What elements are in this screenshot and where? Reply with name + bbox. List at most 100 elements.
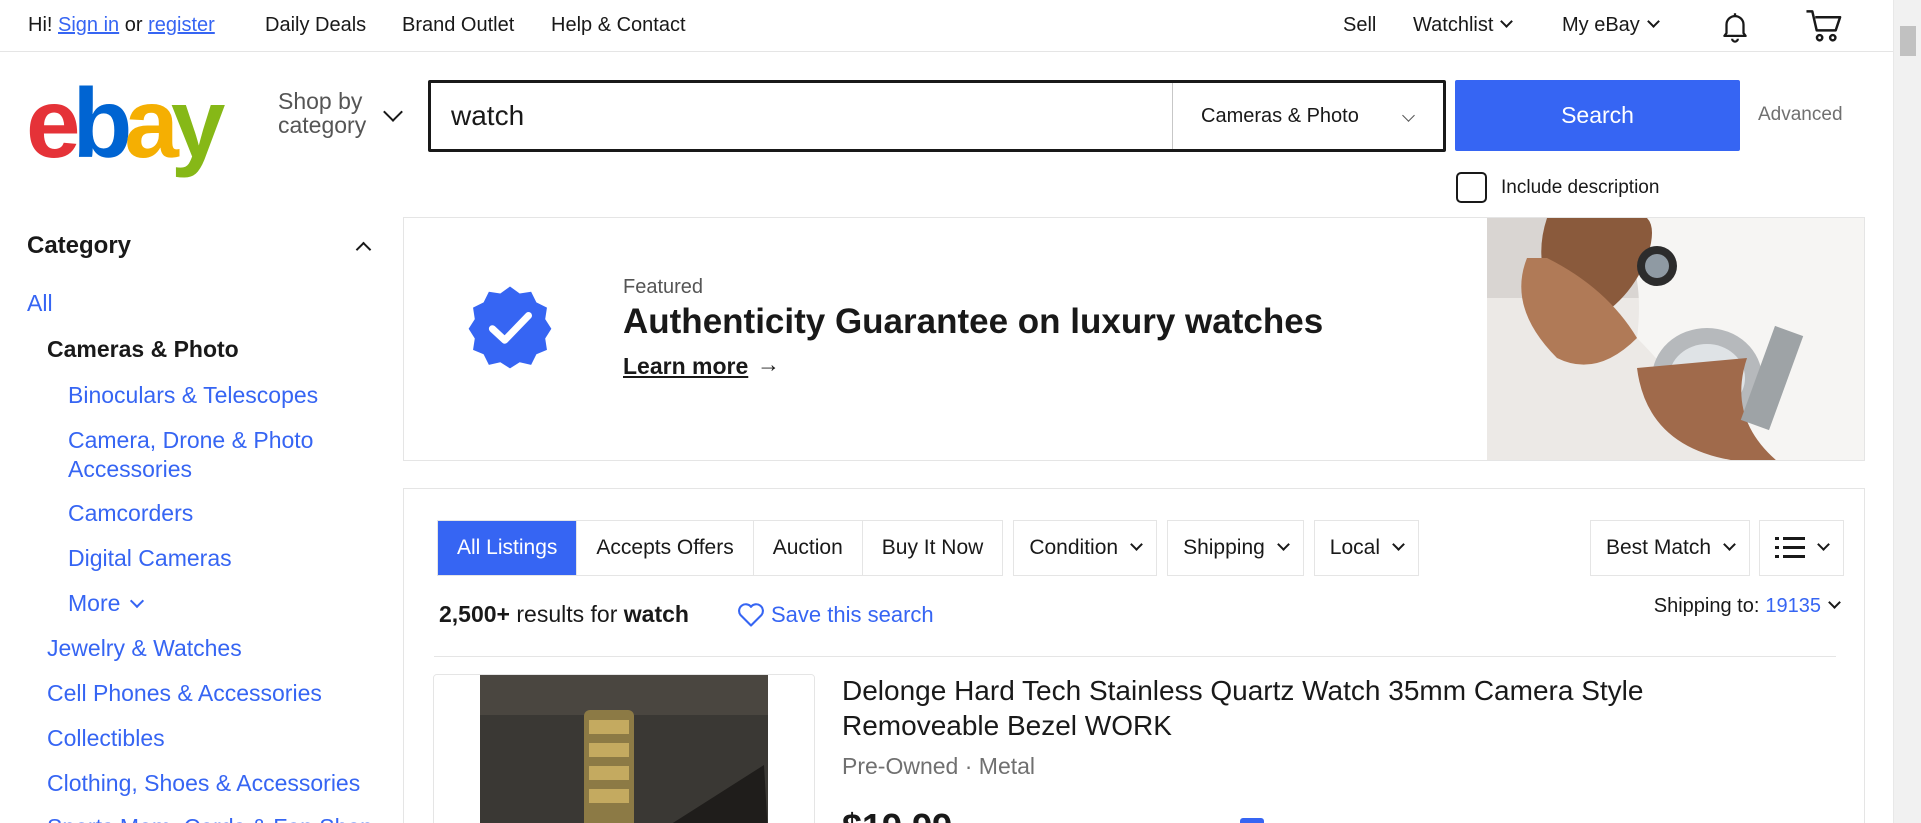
chevron-down-icon — [1723, 537, 1736, 551]
category-collectibles[interactable]: Collectibles — [47, 724, 165, 753]
tab-all-listings[interactable]: All Listings — [438, 521, 578, 575]
subcategory-camera-drone-cont[interactable]: Accessories — [68, 455, 192, 484]
category-cell-phones[interactable]: Cell Phones & Accessories — [47, 679, 322, 708]
save-search-button[interactable]: Save this search — [737, 602, 934, 628]
category-clothing[interactable]: Clothing, Shoes & Accessories — [47, 769, 360, 798]
item-image[interactable] — [433, 674, 815, 823]
tab-auction[interactable]: Auction — [754, 521, 863, 575]
result-count: 2,500+ results for watch — [439, 601, 689, 628]
category-label: category — [278, 112, 367, 138]
more-categories-toggle[interactable]: More — [68, 589, 145, 618]
tab-accepts-offers[interactable]: Accepts Offers — [577, 521, 754, 575]
watchlist-menu[interactable]: Watchlist — [1413, 0, 1514, 51]
sign-in-link[interactable]: Sign in — [58, 14, 119, 37]
search-button[interactable]: Search — [1455, 80, 1740, 151]
arrow-right-icon: → — [757, 351, 780, 377]
include-description-label: Include description — [1501, 176, 1660, 198]
sell-link[interactable]: Sell — [1343, 0, 1376, 51]
subcategory-binoculars[interactable]: Binoculars & Telescopes — [68, 381, 318, 410]
featured-label: Featured — [623, 276, 704, 298]
chevron-down-icon — [1646, 15, 1660, 28]
category-select[interactable]: Cameras & Photo — [1173, 83, 1443, 149]
listing-filters: All Listings Accepts Offers Auction Buy … — [437, 520, 1419, 576]
item-condition-value: Pre-Owned — [842, 753, 959, 779]
heart-icon — [738, 603, 764, 627]
chevron-down-icon — [1500, 15, 1514, 28]
chevron-down-icon — [1817, 537, 1830, 551]
category-heading: Category — [27, 232, 132, 259]
or-text: or — [124, 14, 143, 36]
greeting: Hi! Sign in or register — [28, 0, 215, 51]
shipping-label: Shipping — [1183, 536, 1265, 559]
condition-filter[interactable]: Condition — [1013, 520, 1158, 576]
chevron-down-icon — [1276, 537, 1290, 551]
verified-check-icon — [468, 286, 552, 369]
category-jewelry-watches[interactable]: Jewelry & Watches — [47, 634, 242, 663]
category-all[interactable]: All — [27, 289, 53, 318]
chevron-down-icon — [1402, 109, 1415, 122]
category-current: Cameras & Photo — [47, 336, 239, 362]
tab-buy-it-now[interactable]: Buy It Now — [863, 521, 1003, 575]
shipping-filter[interactable]: Shipping — [1167, 520, 1304, 576]
item-condition: Pre-Owned · Metal — [842, 753, 1035, 780]
more-label: More — [68, 590, 121, 616]
page-scrollbar[interactable] — [1893, 0, 1921, 823]
watch-inspection-photo — [1487, 218, 1864, 460]
help-contact-link[interactable]: Help & Contact — [551, 0, 686, 51]
condition-label: Condition — [1029, 536, 1119, 559]
sort-label: Best Match — [1606, 536, 1712, 559]
include-description-option[interactable]: Include description — [1456, 172, 1659, 203]
chevron-down-icon — [1828, 596, 1841, 609]
scrollbar-thumb[interactable] — [1900, 26, 1916, 56]
brand-outlet-link[interactable]: Brand Outlet — [402, 0, 514, 51]
chevron-down-icon — [1392, 537, 1405, 551]
subcategory-camcorders[interactable]: Camcorders — [68, 499, 193, 528]
chevron-up-icon[interactable] — [355, 241, 372, 258]
shop-by-category-button[interactable]: Shop by category — [278, 89, 366, 137]
shipping-to-label: Shipping to: — [1653, 595, 1760, 617]
register-link[interactable]: register — [148, 14, 215, 37]
item-material: Metal — [978, 753, 1036, 779]
sort-dropdown[interactable]: Best Match — [1590, 520, 1751, 576]
chevron-down-icon[interactable] — [383, 102, 403, 122]
result-count-number: 2,500+ — [439, 601, 510, 627]
greeting-text: Hi! — [28, 14, 53, 36]
featured-banner[interactable]: Featured Authenticity Guarantee on luxur… — [403, 217, 1865, 461]
category-sports-mem[interactable]: Sports Mem, Cards & Fan Shop — [47, 813, 373, 823]
result-query: watch — [623, 601, 689, 627]
results-for-text: results for — [516, 601, 618, 627]
view-toggle[interactable] — [1759, 520, 1844, 576]
search-input[interactable]: watch — [431, 83, 1173, 149]
item-badge-icon — [1240, 818, 1264, 823]
listing-type-tabs: All Listings Accepts Offers Auction Buy … — [437, 520, 1004, 576]
subcategory-digital-cameras[interactable]: Digital Cameras — [68, 544, 232, 573]
save-search-label: Save this search — [771, 602, 934, 627]
shipping-to-selector[interactable]: Shipping to: 19135 — [1653, 595, 1841, 618]
learn-more-link[interactable]: Learn more — [623, 353, 748, 380]
daily-deals-link[interactable]: Daily Deals — [265, 0, 366, 51]
ebay-logo[interactable]: ebay — [26, 68, 225, 178]
include-description-checkbox[interactable] — [1456, 172, 1487, 203]
search-bar: watch Cameras & Photo — [428, 80, 1446, 152]
local-filter[interactable]: Local — [1313, 520, 1419, 576]
my-ebay-menu[interactable]: My eBay — [1562, 0, 1660, 51]
logo-letter-e: e — [26, 68, 80, 178]
watchlist-label: Watchlist — [1413, 14, 1494, 36]
chevron-down-icon — [1130, 537, 1143, 551]
shipping-zip: 19135 — [1765, 595, 1821, 617]
results-panel: All Listings Accepts Offers Auction Buy … — [403, 488, 1865, 823]
advanced-search-link[interactable]: Advanced — [1758, 104, 1843, 126]
chevron-down-icon — [130, 593, 145, 609]
item-title-link[interactable]: Delonge Hard Tech Stainless Quartz Watch… — [842, 673, 1742, 743]
notification-bell-icon[interactable] — [1718, 0, 1752, 51]
logo-letter-a: a — [124, 68, 178, 178]
cart-icon[interactable] — [1805, 0, 1843, 51]
shop-by-label: Shop by — [278, 88, 363, 114]
my-ebay-label: My eBay — [1562, 14, 1640, 36]
divider — [434, 656, 1836, 657]
category-select-value: Cameras & Photo — [1201, 104, 1359, 127]
top-nav-bar: Hi! Sign in or register Daily Deals Bran… — [0, 0, 1893, 52]
separator: · — [964, 753, 973, 779]
subcategory-camera-drone[interactable]: Camera, Drone & Photo — [68, 426, 313, 455]
list-view-icon — [1775, 537, 1805, 558]
